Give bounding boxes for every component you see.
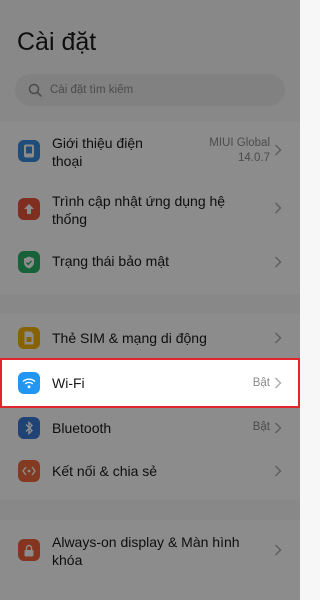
row-label: Always-on display & Màn hình khóa [52,533,240,569]
settings-group-network: Thẻ SIM & mạng di động Bluetooth Bật Kết… [0,314,300,500]
chevron-right-icon [274,422,282,434]
row-system-app-updater[interactable]: Trình cập nhật ứng dụng hệ thống [0,180,300,238]
row-label: Trình cập nhật ứng dụng hệ thống [52,192,225,228]
chevron-right-icon [274,377,282,389]
chevron-right-icon [274,256,282,268]
lock-icon [18,539,40,561]
chevron-right-icon [274,332,282,344]
label-line2: thống [52,211,88,227]
shield-check-icon [18,251,40,273]
row-sim-mobile-network[interactable]: Thẻ SIM & mạng di động [0,314,300,362]
connection-share-icon [18,460,40,482]
row-security-status[interactable]: Trạng thái bảo mật [0,238,300,286]
row-connection-sharing[interactable]: Kết nối & chia sẻ [0,449,300,493]
sim-card-icon [18,327,40,349]
row-value: Bật [252,377,270,389]
wifi-icon [18,372,40,394]
label-line2: thoại [52,153,83,169]
label-line1: Giới thiệu điện [52,135,143,151]
bluetooth-icon [18,417,40,439]
row-bluetooth[interactable]: Bluetooth Bật [0,407,300,449]
row-label: Thẻ SIM & mạng di động [52,330,207,346]
search-bar[interactable] [15,74,285,106]
row-value: MIUI Global 14.0.7 [209,136,270,166]
chevron-right-icon [274,465,282,477]
phone-info-icon [18,140,40,162]
search-icon [28,83,42,97]
chevron-right-icon [274,544,282,556]
row-label: Wi-Fi [52,375,85,391]
label-line1: Trình cập nhật ứng dụng hệ [52,193,226,209]
value-line1: MIUI Global [209,137,270,149]
chevron-right-icon [274,202,282,214]
search-input[interactable] [50,84,260,96]
settings-group-system: Giới thiệu điện thoại MIUI Global 14.0.7 T… [0,122,300,294]
row-value: Bật [252,421,270,433]
row-about-phone[interactable]: Giới thiệu điện thoại MIUI Global 14.0.7 [0,122,300,180]
label-line2: khóa [52,552,83,568]
row-label: Bluetooth [52,420,112,436]
settings-group-display: Always-on display & Màn hình khóa [0,520,300,600]
row-label: Trạng thái bảo mật [52,253,169,269]
update-arrow-icon [18,198,40,220]
row-wifi[interactable]: Wi-Fi Bật [0,359,300,407]
row-always-on-display-lock[interactable]: Always-on display & Màn hình khóa [0,520,300,582]
label-line1: Always-on display & Màn hình [52,534,240,550]
row-label: Giới thiệu điện thoại [52,134,143,170]
chevron-right-icon [274,144,282,156]
page-title: Cài đặt [17,28,97,56]
value-line2: 14.0.7 [238,152,270,164]
settings-screen: Cài đặt Giới thiệu điện thoại MIUI Global… [0,0,300,600]
row-label: Kết nối & chia sẻ [52,463,158,479]
